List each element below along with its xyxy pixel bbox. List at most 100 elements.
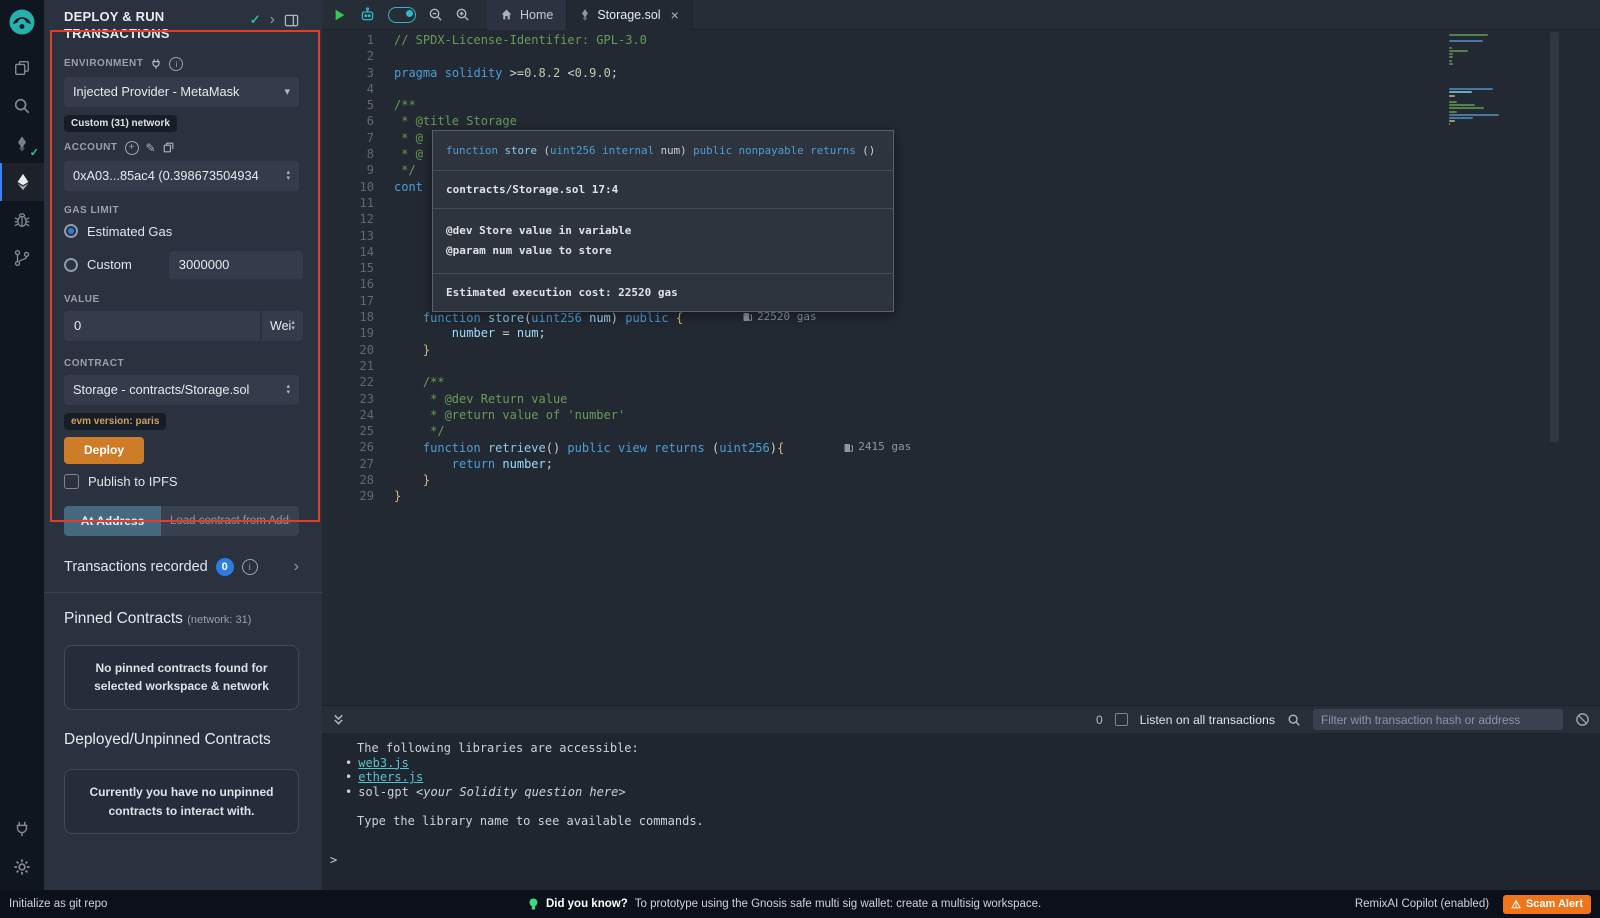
panel-check-icon: ✓: [250, 12, 261, 28]
git-init-button[interactable]: Initialize as git repo: [9, 898, 107, 910]
transactions-recorded-label: Transactions recorded: [64, 559, 208, 575]
select-carets-icon: ▴▾: [286, 384, 290, 396]
value-input[interactable]: [64, 311, 260, 341]
code-editor[interactable]: 1234567891011121314151617181920212223242…: [322, 30, 1600, 705]
deployed-empty-message: Currently you have no unpinned contracts…: [64, 769, 299, 834]
tip-title: Did you know?: [546, 898, 628, 910]
terminal-prompt[interactable]: >: [330, 853, 1600, 868]
at-address-button[interactable]: At Address: [64, 506, 161, 536]
environment-value: Injected Provider - MetaMask: [73, 84, 284, 99]
terminal-search-icon[interactable]: [1287, 713, 1301, 727]
copilot-toggle[interactable]: [388, 7, 416, 23]
panel-title: DEPLOY & RUN TRANSACTIONS: [64, 9, 232, 43]
account-select[interactable]: 0xA03...85ac4 (0.398673504934 ▴▾: [64, 161, 299, 191]
tab-label: Storage.sol: [597, 8, 660, 22]
contract-select[interactable]: Storage - contracts/Storage.sol ▴▾: [64, 375, 299, 405]
custom-gas-label: Custom: [87, 257, 132, 272]
estimated-gas-label: Estimated Gas: [87, 224, 172, 239]
plug-icon[interactable]: [150, 58, 162, 70]
custom-gas-radio[interactable]: [64, 258, 78, 272]
did-you-know-tip: Did you know? To prototype using the Gno…: [528, 898, 1041, 911]
pin-panel-icon[interactable]: [284, 13, 299, 28]
custom-gas-input[interactable]: [169, 251, 303, 279]
tip-text: To prototype using the Gnosis safe multi…: [635, 898, 1042, 910]
tooltip-signature: function store (uint256 internal num) pu…: [433, 131, 893, 170]
gas-limit-label: GAS LIMIT: [64, 205, 119, 216]
expand-terminal-icon[interactable]: [332, 713, 345, 726]
plugin-manager-icon[interactable]: [0, 810, 44, 848]
tooltip-location: contracts/Storage.sol 17:4: [433, 170, 893, 208]
pinned-empty-message: No pinned contracts found for selected w…: [64, 645, 299, 710]
search-icon[interactable]: [0, 87, 44, 125]
minimap[interactable]: [1449, 34, 1503, 126]
git-icon[interactable]: [0, 239, 44, 277]
terminal[interactable]: The following libraries are accessible:•…: [322, 733, 1600, 890]
activity-bar: ✓: [0, 0, 44, 890]
sign-message-icon[interactable]: ✎: [146, 142, 156, 154]
main-area: Home Storage.sol × 123456789101112131415…: [322, 0, 1600, 890]
account-value: 0xA03...85ac4 (0.398673504934: [73, 168, 286, 183]
value-unit-select[interactable]: Wei ▴▾: [262, 311, 303, 341]
terminal-library-link[interactable]: ethers.js: [358, 770, 423, 784]
panel-header: DEPLOY & RUN TRANSACTIONS ✓ ›: [64, 0, 299, 43]
listen-transactions-label: Listen on all transactions: [1140, 713, 1275, 727]
value-unit: Wei: [270, 319, 291, 333]
editor-tabbar: Home Storage.sol ×: [322, 0, 1600, 30]
deploy-run-panel: DEPLOY & RUN TRANSACTIONS ✓ › ENVIRONMEN…: [44, 0, 322, 890]
run-script-icon[interactable]: [333, 8, 347, 22]
scam-alert-badge[interactable]: ⚠ Scam Alert: [1503, 895, 1591, 914]
environment-info-icon[interactable]: i: [169, 57, 183, 71]
ai-copilot-icon[interactable]: [359, 6, 376, 23]
network-badge: Custom (31) network: [64, 115, 177, 132]
chevron-down-icon: ▾: [284, 85, 290, 98]
terminal-library-link[interactable]: web3.js: [358, 756, 409, 770]
transactions-expand-icon[interactable]: ›: [294, 559, 299, 575]
listen-transactions-checkbox[interactable]: [1115, 713, 1128, 726]
gas-estimate-annotation: 2415 gas: [844, 439, 911, 455]
copilot-status[interactable]: RemixAI Copilot (enabled): [1355, 898, 1489, 910]
tab-label: Home: [520, 8, 553, 22]
clear-console-icon[interactable]: [1575, 712, 1590, 727]
at-address-input[interactable]: [161, 506, 299, 536]
debugger-icon[interactable]: [0, 201, 44, 239]
tip-bulb-icon: [528, 898, 539, 911]
publish-ipfs-label: Publish to IPFS: [88, 474, 178, 489]
terminal-lines: The following libraries are accessible:•…: [330, 741, 1600, 829]
tab-home[interactable]: Home: [487, 0, 567, 30]
publish-ipfs-checkbox[interactable]: [64, 474, 79, 489]
close-tab-icon[interactable]: ×: [671, 7, 679, 23]
remix-logo[interactable]: [7, 7, 37, 37]
gutter: 1234567891011121314151617181920212223242…: [322, 32, 374, 505]
transactions-info-icon[interactable]: i: [242, 559, 258, 575]
workspaces-icon[interactable]: [0, 49, 44, 87]
select-carets-icon: ▴▾: [286, 170, 290, 182]
zoom-in-icon[interactable]: [455, 7, 470, 22]
deploy-button[interactable]: Deploy: [64, 437, 144, 464]
environment-select[interactable]: Injected Provider - MetaMask ▾: [64, 77, 299, 107]
pinned-contracts-heading: Pinned Contracts (network: 31): [64, 610, 299, 628]
settings-icon[interactable]: [0, 848, 44, 886]
hover-tooltip: function store (uint256 internal num) pu…: [432, 130, 894, 312]
account-label: ACCOUNT: [64, 142, 118, 153]
select-carets-icon: ▴▾: [291, 320, 295, 332]
terminal-toolbar: 0 Listen on all transactions: [322, 705, 1600, 733]
evm-version-badge: evm version: paris: [64, 413, 166, 430]
deploy-run-icon[interactable]: [0, 163, 44, 201]
copy-account-icon[interactable]: [163, 142, 174, 153]
solidity-file-icon: [580, 9, 590, 21]
add-account-icon[interactable]: +: [125, 141, 139, 155]
panel-chevron-icon[interactable]: ›: [270, 12, 275, 28]
transactions-count-badge: 0: [216, 558, 234, 576]
zoom-out-icon[interactable]: [428, 7, 443, 22]
terminal-tx-count: 0: [1096, 713, 1103, 727]
value-label: VALUE: [64, 294, 100, 305]
compile-success-check-icon: ✓: [30, 146, 39, 159]
contract-label: CONTRACT: [64, 358, 124, 369]
tab-storage-sol[interactable]: Storage.sol ×: [567, 0, 692, 30]
estimated-gas-radio[interactable]: [64, 224, 78, 238]
terminal-filter-input[interactable]: [1313, 709, 1563, 730]
warning-icon: ⚠: [1511, 898, 1521, 911]
solidity-compiler-icon[interactable]: ✓: [0, 125, 44, 163]
editor-scrollbar[interactable]: [1550, 32, 1559, 442]
contract-value: Storage - contracts/Storage.sol: [73, 382, 286, 397]
